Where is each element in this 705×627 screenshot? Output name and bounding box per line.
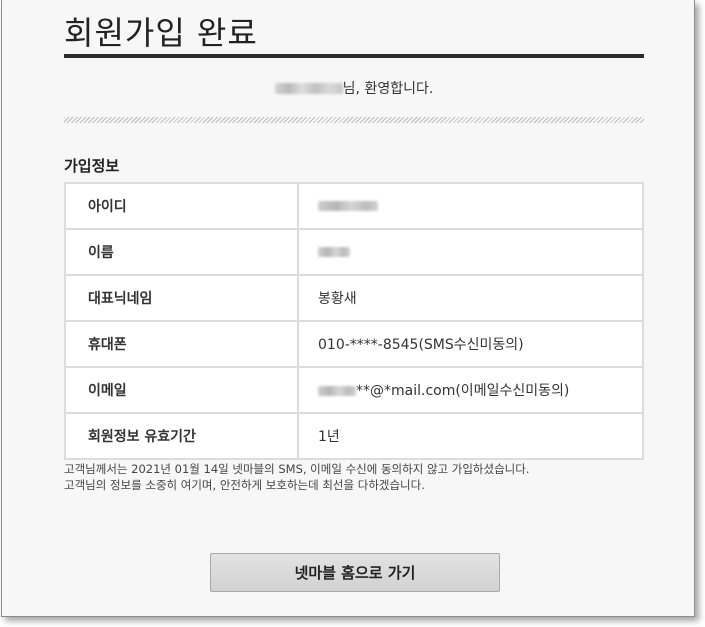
table-row: 아이디 <box>64 182 644 230</box>
table-row: 휴대폰 010-****-8545(SMS수신미동의) <box>64 320 644 368</box>
welcome-message: 님, 환영합니다. <box>64 78 644 98</box>
row-label-validity: 회원정보 유효기간 <box>64 412 299 460</box>
email-text: **@*mail.com(이메일수신미동의) <box>356 383 570 399</box>
consent-notice: 고객님께서는 2021년 01월 14일 넷마블의 SMS, 이메일 수신에 동… <box>64 461 529 493</box>
table-row: 대표닉네임 봉황새 <box>64 274 644 322</box>
row-value-validity: 1년 <box>297 412 644 460</box>
row-label-email: 이메일 <box>64 366 299 414</box>
row-value-phone: 010-****-8545(SMS수신미동의) <box>297 320 644 368</box>
blurred-id <box>318 201 378 211</box>
signup-complete-panel: 회원가입 완료 님, 환영합니다. 가입정보 아이디 이름 대표닉네임 봉황새 … <box>1 0 695 617</box>
blurred-name <box>318 247 350 257</box>
title-divider <box>64 54 644 58</box>
page-title: 회원가입 완료 <box>64 14 258 52</box>
row-value-name <box>297 228 644 276</box>
row-label-phone: 휴대폰 <box>64 320 299 368</box>
row-label-id: 아이디 <box>64 182 299 230</box>
blurred-email-prefix <box>318 386 356 396</box>
row-value-email: **@*mail.com(이메일수신미동의) <box>297 366 644 414</box>
hatched-divider <box>64 117 644 123</box>
welcome-text: 님, 환영합니다. <box>342 81 434 97</box>
table-row: 회원정보 유효기간 1년 <box>64 412 644 460</box>
go-home-button[interactable]: 넷마블 홈으로 가기 <box>210 553 500 592</box>
row-value-nickname: 봉황새 <box>297 274 644 322</box>
signup-info-table: 아이디 이름 대표닉네임 봉황새 휴대폰 010-****-8545(SMS수신… <box>64 182 644 460</box>
row-label-name: 이름 <box>64 228 299 276</box>
table-row: 이메일 **@*mail.com(이메일수신미동의) <box>64 366 644 414</box>
blurred-username <box>274 83 343 94</box>
table-row: 이름 <box>64 228 644 276</box>
notice-line-2: 고객님의 정보를 소중히 여기며, 안전하게 보호하는데 최선을 다하겠습니다. <box>64 478 425 492</box>
notice-line-1: 고객님께서는 2021년 01월 14일 넷마블의 SMS, 이메일 수신에 동… <box>64 462 530 476</box>
row-label-nickname: 대표닉네임 <box>64 274 299 322</box>
section-title: 가입정보 <box>64 157 120 175</box>
row-value-id <box>297 182 644 230</box>
